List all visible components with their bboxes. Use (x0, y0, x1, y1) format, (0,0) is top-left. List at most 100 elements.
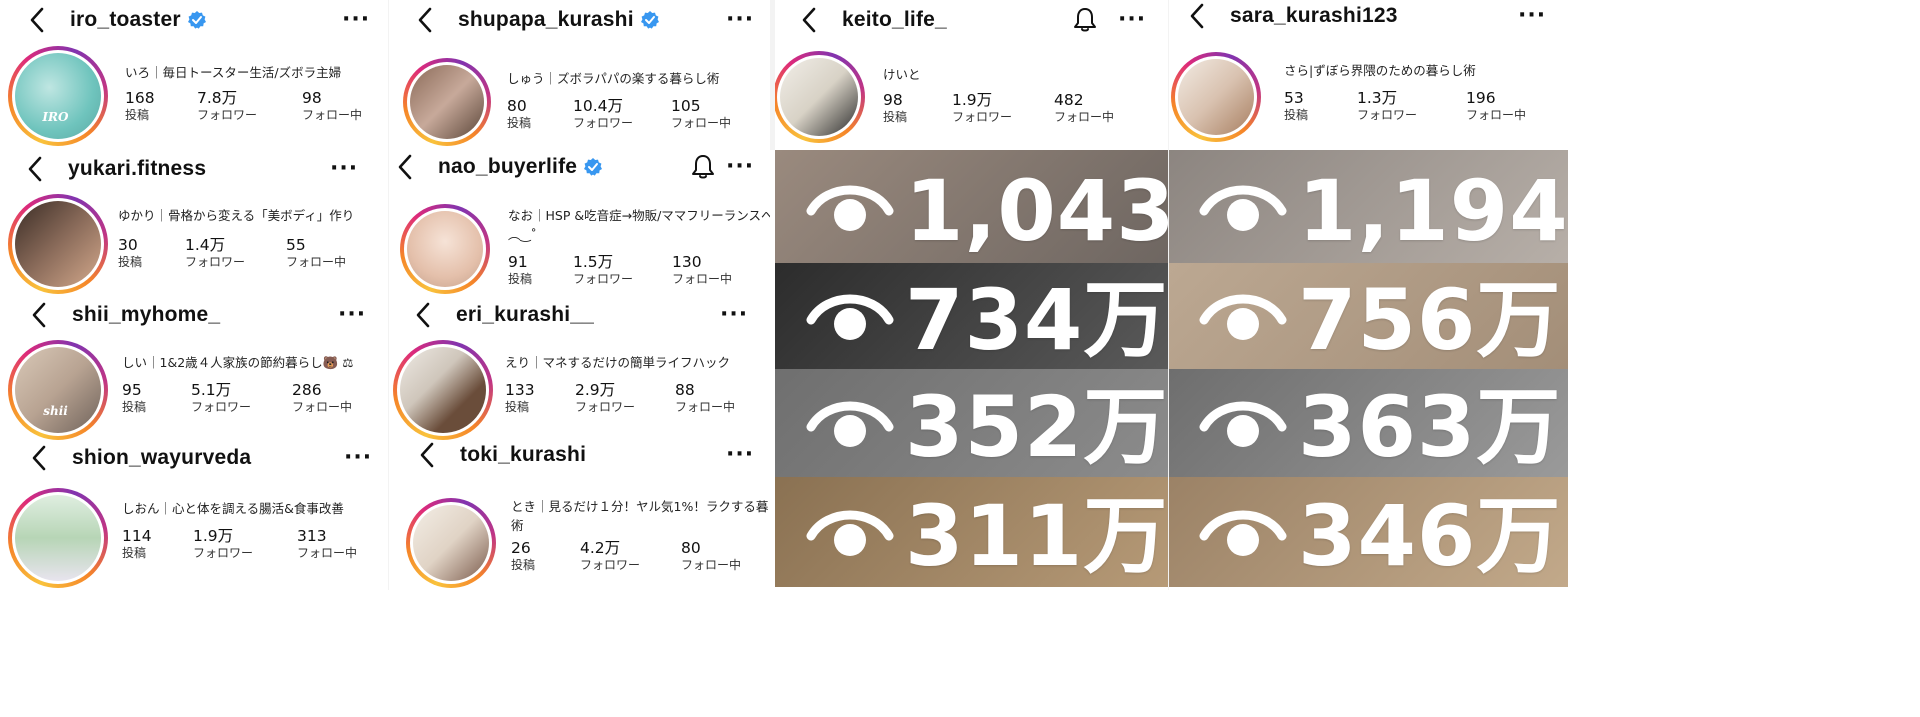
view-count-tile: 1,194万 (1168, 150, 1568, 263)
stat-label: フォロワー (952, 109, 1013, 124)
more-icon[interactable]: ··· (720, 304, 748, 326)
stat-value: 1.5万 (573, 253, 614, 271)
stat-label: フォロワー (575, 399, 636, 414)
more-icon[interactable]: ··· (726, 444, 754, 466)
stat-followers[interactable]: 1.9万 フォロワー (193, 527, 253, 560)
stat-following[interactable]: 98 フォロー中 (302, 89, 362, 122)
avatar-image: shii (15, 347, 101, 433)
chevron-left-icon[interactable] (412, 5, 438, 35)
stat-following[interactable]: 80 フォロー中 (681, 539, 741, 572)
stat-followers[interactable]: 5.1万 フォロワー (191, 381, 252, 414)
profile-card: eri_kurashi__ ··· えり｜マネするだけの簡単ライフハック 133 投稿 2… (388, 298, 770, 442)
username: shupapa_kurashi (458, 8, 660, 32)
stat-following[interactable]: 286 フォロー中 (292, 381, 352, 414)
chevron-left-icon[interactable] (414, 442, 440, 470)
stat-value: 482 (1054, 91, 1084, 109)
stat-following[interactable]: 55 フォロー中 (286, 236, 346, 269)
stat-posts[interactable]: 95 投稿 (122, 381, 147, 414)
stat-label: フォロワー (573, 115, 634, 130)
view-count-tile: 734万 (775, 263, 1168, 369)
avatar[interactable] (1171, 52, 1261, 142)
stat-followers[interactable]: 10.4万 フォロワー (573, 97, 634, 130)
stat-label: 投稿 (883, 109, 908, 124)
profile-card: shion_wayurveda ··· しおん｜心と体を調える腸活&食事改善 114 投… (0, 442, 388, 590)
stat-label: フォロー中 (675, 399, 736, 414)
stat-label: 投稿 (122, 399, 147, 414)
divider (770, 0, 775, 150)
more-icon[interactable]: ··· (1518, 5, 1546, 27)
eye-icon (805, 177, 895, 237)
stat-followers[interactable]: 7.8万 フォロワー (197, 89, 257, 122)
view-count: 311万 (905, 487, 1168, 586)
stat-following[interactable]: 88 フォロー中 (675, 381, 736, 414)
profile-header: iro_toaster ··· (0, 2, 388, 38)
avatar[interactable]: shii (8, 340, 108, 440)
chevron-left-icon[interactable] (410, 300, 436, 330)
stat-posts[interactable]: 30 投稿 (118, 236, 142, 269)
stat-posts[interactable]: 53 投稿 (1284, 89, 1308, 122)
chevron-left-icon[interactable] (22, 154, 48, 184)
bell-icon[interactable] (1070, 5, 1100, 35)
more-icon[interactable]: ··· (338, 304, 366, 326)
bio-line: けいと (883, 67, 921, 82)
chevron-left-icon[interactable] (24, 5, 50, 35)
stat-followers[interactable]: 1.9万 フォロワー (952, 91, 1013, 124)
avatar[interactable] (403, 58, 491, 146)
verified-badge-icon (640, 10, 660, 30)
more-icon[interactable]: ··· (726, 156, 754, 178)
avatar[interactable] (773, 51, 865, 143)
chevron-left-icon[interactable] (26, 300, 52, 330)
stat-followers[interactable]: 1.4万 フォロワー (185, 236, 246, 269)
stat-following[interactable]: 313 フォロー中 (297, 527, 357, 560)
chevron-left-icon[interactable] (796, 5, 822, 35)
avatar-image (410, 65, 484, 139)
stat-following[interactable]: 105 フォロー中 (671, 97, 731, 130)
stat-followers[interactable]: 1.5万 フォロワー (573, 253, 633, 286)
avatar[interactable] (406, 498, 496, 588)
avatar[interactable] (8, 194, 108, 294)
chevron-left-icon[interactable] (1184, 1, 1210, 31)
more-icon[interactable]: ··· (726, 9, 754, 31)
avatar[interactable] (8, 488, 108, 588)
more-icon[interactable]: ··· (330, 158, 358, 180)
stat-posts[interactable]: 26 投稿 (511, 539, 536, 572)
stat-followers[interactable]: 1.3万 フォロワー (1357, 89, 1417, 122)
stat-followers[interactable]: 4.2万 フォロワー (580, 539, 640, 572)
stat-posts[interactable]: 98 投稿 (883, 91, 908, 124)
profile-card: iro_toaster ··· IRO いろ｜毎日トースター生活/ズボラ主婦 168 投稿… (0, 0, 388, 150)
avatar[interactable] (400, 204, 490, 294)
stat-label: 投稿 (511, 557, 536, 572)
profile-header: yukari.fitness ··· (0, 151, 388, 187)
username: yukari.fitness (68, 157, 206, 181)
stat-posts[interactable]: 114 投稿 (122, 527, 152, 560)
stat-value: 7.8万 (197, 89, 238, 107)
stat-posts[interactable]: 80 投稿 (507, 97, 531, 130)
username-text: keito_life_ (842, 8, 947, 31)
stat-followers[interactable]: 2.9万 フォロワー (575, 381, 636, 414)
chevron-left-icon[interactable] (26, 443, 52, 473)
profile-bio: とき｜見るだけ１分！ヤル気1%！ラクする暮らし術 (511, 498, 770, 536)
stat-label: フォロワー (191, 399, 252, 414)
bio-line: 術 (511, 517, 524, 533)
stat-posts[interactable]: 133 投稿 (505, 381, 535, 414)
chevron-left-icon[interactable] (392, 152, 418, 182)
more-icon[interactable]: ··· (344, 447, 372, 469)
stat-following[interactable]: 196 フォロー中 (1466, 89, 1526, 122)
bell-icon[interactable] (688, 152, 718, 182)
stat-following[interactable]: 482 フォロー中 (1054, 91, 1114, 124)
stat-value: 168 (125, 89, 155, 107)
more-icon[interactable]: ··· (1118, 9, 1146, 31)
avatar[interactable] (393, 340, 493, 440)
stat-label: フォロワー (185, 254, 246, 269)
stat-following[interactable]: 130 フォロー中 (672, 253, 733, 286)
avatar-image: IRO (15, 53, 101, 139)
stat-posts[interactable]: 91 投稿 (508, 253, 532, 286)
stat-posts[interactable]: 168 投稿 (125, 89, 155, 122)
profile-bio: さら|ずぼら界隈のための暮らし術 (1284, 62, 1476, 81)
username: iro_toaster (70, 8, 207, 32)
more-icon[interactable]: ··· (342, 9, 370, 31)
stat-label: フォロー中 (672, 271, 733, 286)
stat-value: 114 (122, 527, 152, 545)
username: keito_life_ (842, 8, 947, 32)
avatar[interactable]: IRO (8, 46, 108, 146)
